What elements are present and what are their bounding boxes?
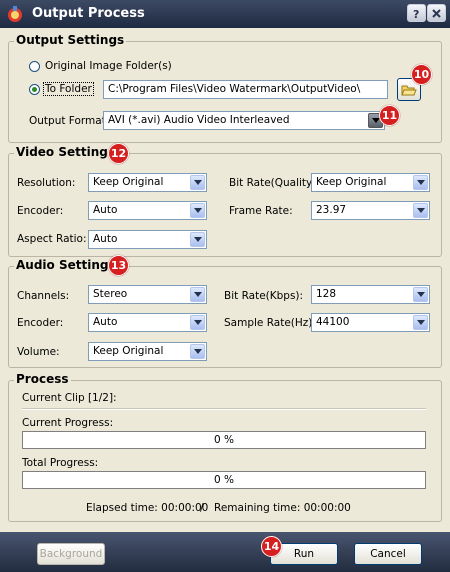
output-folder-path: C:\Program Files\Video Watermark\OutputV… — [108, 83, 361, 95]
original-folder-label[interactable]: Original Image Folder(s) — [45, 60, 172, 72]
current-progress-text: 0 % — [214, 434, 234, 446]
total-progress-text: 0 % — [214, 474, 234, 486]
audio-settings-title: Audio Settings — [14, 258, 118, 272]
video-encoder-select[interactable]: Auto — [88, 201, 207, 220]
audio-bitrate-select[interactable]: 128 — [311, 285, 430, 304]
output-settings-title: Output Settings — [14, 33, 127, 47]
callout-badge-13: 13 — [108, 255, 129, 276]
chevron-down-icon[interactable] — [190, 232, 205, 247]
original-folder-radio[interactable] — [29, 61, 40, 72]
video-bitrate-select[interactable]: Keep Original — [311, 173, 430, 192]
callout-badge-14: 14 — [261, 536, 282, 557]
chevron-down-icon[interactable] — [413, 287, 428, 302]
time-divider: / — [200, 502, 204, 514]
cancel-button[interactable]: Cancel — [354, 543, 422, 565]
to-folder-label[interactable]: To Folder — [43, 82, 94, 96]
output-process-window: Output Process ? Output Settings Origina… — [0, 0, 450, 572]
frame-rate-label: Frame Rate: — [229, 205, 293, 217]
output-format-label: Output Format : — [29, 115, 113, 127]
aspect-ratio-select[interactable]: Auto — [88, 230, 207, 249]
app-icon — [6, 5, 24, 23]
output-format-value: AVI (*.avi) Audio Video Interleaved — [108, 114, 290, 126]
resolution-value: Keep Original — [93, 176, 164, 188]
audio-encoder-label: Encoder: — [17, 317, 64, 329]
svg-text:?: ? — [413, 8, 419, 19]
callout-badge-11: 11 — [379, 105, 400, 126]
process-title: Process — [14, 372, 71, 386]
chevron-down-icon[interactable] — [190, 344, 205, 359]
aspect-ratio-value: Auto — [93, 233, 118, 245]
button-bar: Background Run Cancel 14 — [0, 532, 450, 572]
current-clip-label: Current Clip [1/2]: — [22, 392, 117, 404]
callout-badge-12: 12 — [108, 143, 129, 164]
channels-label: Channels: — [17, 290, 70, 302]
help-button[interactable]: ? — [407, 4, 426, 22]
volume-value: Keep Original — [93, 345, 164, 357]
audio-bitrate-label: Bit Rate(Kbps): — [224, 290, 304, 302]
chevron-down-icon[interactable] — [413, 175, 428, 190]
folder-open-icon — [401, 85, 417, 100]
chevron-down-icon[interactable] — [190, 203, 205, 218]
process-divider — [22, 408, 426, 410]
output-format-select[interactable]: AVI (*.avi) Audio Video Interleaved — [103, 111, 385, 130]
remaining-time: Remaining time: 00:00:00 — [214, 502, 351, 514]
output-folder-input[interactable]: C:\Program Files\Video Watermark\OutputV… — [103, 80, 388, 99]
audio-encoder-select[interactable]: Auto — [88, 313, 207, 332]
callout-badge-10: 10 — [411, 64, 432, 85]
audio-bitrate-value: 128 — [316, 288, 337, 300]
background-button[interactable]: Background — [37, 543, 105, 565]
chevron-down-icon[interactable] — [413, 203, 428, 218]
chevron-down-icon[interactable] — [413, 315, 428, 330]
chevron-down-icon[interactable] — [190, 315, 205, 330]
sample-rate-label: Sample Rate(Hz): — [224, 317, 316, 329]
frame-rate-select[interactable]: 23.97 — [311, 201, 430, 220]
window-title: Output Process — [32, 6, 145, 21]
audio-encoder-value: Auto — [93, 316, 118, 328]
video-encoder-label: Encoder: — [17, 205, 64, 217]
sample-rate-select[interactable]: 44100 — [311, 313, 430, 332]
current-progress-bar: 0 % — [22, 431, 426, 449]
video-encoder-value: Auto — [93, 204, 118, 216]
channels-select[interactable]: Stereo — [88, 285, 207, 304]
close-button[interactable] — [427, 4, 446, 22]
frame-rate-value: 23.97 — [316, 204, 347, 216]
resolution-label: Resolution: — [17, 177, 76, 189]
to-folder-radio[interactable] — [29, 84, 40, 95]
volume-select[interactable]: Keep Original — [88, 342, 207, 361]
total-progress-label: Total Progress: — [22, 457, 99, 469]
resolution-select[interactable]: Keep Original — [88, 173, 207, 192]
current-progress-label: Current Progress: — [22, 417, 114, 429]
total-progress-bar: 0 % — [22, 471, 426, 489]
volume-label: Volume: — [17, 346, 60, 358]
channels-value: Stereo — [93, 288, 128, 300]
title-bar[interactable]: Output Process ? — [0, 0, 450, 28]
aspect-ratio-label: Aspect Ratio: — [17, 233, 87, 245]
video-settings-title: Video Settings — [14, 145, 117, 159]
elapsed-time: Elapsed time: 00:00:00 — [86, 502, 209, 514]
chevron-down-icon[interactable] — [190, 287, 205, 302]
video-bitrate-value: Keep Original — [316, 176, 387, 188]
video-bitrate-label: Bit Rate(Quality): — [229, 177, 320, 189]
chevron-down-icon[interactable] — [190, 175, 205, 190]
sample-rate-value: 44100 — [316, 316, 350, 328]
